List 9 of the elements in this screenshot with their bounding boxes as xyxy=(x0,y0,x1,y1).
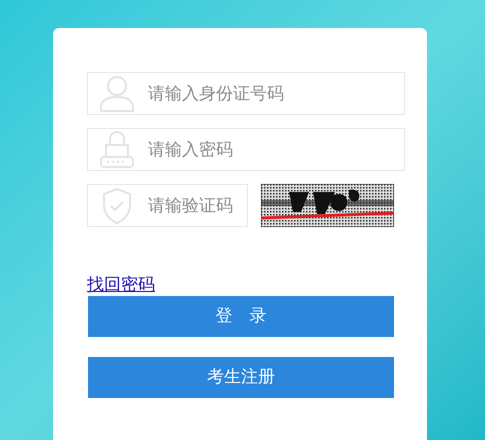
login-button[interactable]: 登 录 xyxy=(88,296,394,337)
shield-icon xyxy=(102,188,132,224)
register-button[interactable]: 考生注册 xyxy=(88,357,394,398)
lock-icon xyxy=(99,130,135,168)
input-field[interactable]: 请输入密码 xyxy=(87,128,405,171)
user-icon xyxy=(99,74,135,112)
forgot-password-link[interactable]: 找回密码 xyxy=(87,276,155,294)
input-field[interactable]: 请输入身份证号码 xyxy=(87,72,405,115)
input-field[interactable]: 请输验证码 xyxy=(87,184,248,227)
